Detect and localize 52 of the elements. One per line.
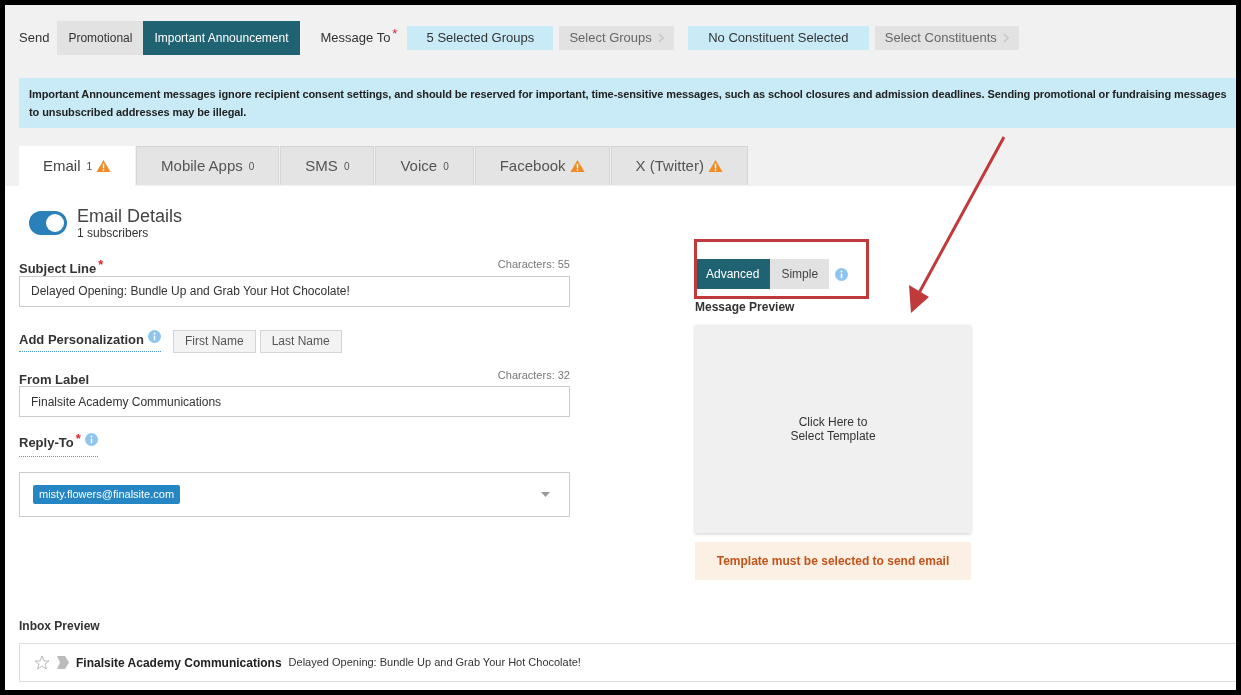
channel-tab[interactable]: Voice 0 [375, 146, 474, 185]
info-icon[interactable] [84, 433, 98, 446]
reply-to-select[interactable]: misty.flowers@finalsite.com [19, 471, 570, 517]
personalization-button[interactable]: First Name [172, 329, 256, 353]
channel-tab[interactable]: X (Twitter) [610, 146, 748, 185]
field-label: Message Preview [695, 299, 796, 316]
template-warning: Template must be selected to send email [695, 542, 971, 580]
tab-count: 0 [343, 159, 350, 174]
select-constituents-button[interactable]: Select Constituents [874, 26, 1019, 50]
email-tag: misty.flowers@finalsite.com [33, 484, 181, 504]
channel-tab[interactable]: Email 1 [19, 146, 136, 186]
channel-tab[interactable]: Facebook [474, 146, 610, 185]
template-placeholder[interactable]: Click Here to Select Template [695, 325, 971, 533]
selected-constituent-value: No Constituent Selected [687, 26, 869, 50]
star-icon[interactable] [34, 655, 50, 670]
character-count: Characters: 32 [497, 367, 570, 383]
select-groups-button[interactable]: Select Groups [559, 26, 674, 50]
inbox-subject: Delayed Opening: Bundle Up and Grab Your Hot Chocolate! [288, 655, 581, 671]
send-type-button[interactable]: Promotional [57, 21, 144, 55]
inbox-sender: Finalsite Academy Communications [76, 654, 282, 672]
notice-banner: Important Announcement messages ignore recipient consent settings, and should be reserved for important, time-sensitive messages, such as school closures and admission deadlines. Sending promotional or fundraising messages to unsubscribed addresses may be illegal. [19, 78, 1236, 128]
character-count: Characters: 55 [497, 257, 570, 272]
field-label: Inbox Preview [19, 618, 101, 635]
required-asterisk: * [98, 256, 104, 274]
personalization-button[interactable]: Last Name [259, 329, 342, 353]
chevron-icon [657, 33, 664, 43]
field-label: From Label [19, 370, 90, 389]
send-type-button[interactable]: Important Announcement [143, 21, 300, 55]
from-label-field[interactable]: Finalsite Academy Communications [19, 386, 570, 417]
tab-count: 0 [248, 159, 255, 174]
selected-groups-value: 5 Selected Groups [407, 26, 554, 50]
toggle-switch[interactable] [29, 211, 67, 235]
section-title: Email Details [77, 206, 183, 226]
dropdown-caret-icon [541, 491, 550, 497]
editor-mode-button[interactable]: Simple [770, 259, 830, 289]
tab-count: 0 [443, 159, 449, 174]
chevron-icon [1002, 33, 1009, 43]
subject-field[interactable]: Delayed Opening: Bundle Up and Grab Your Hot Chocolate! [19, 275, 570, 307]
required-asterisk: * [392, 25, 398, 44]
field-label: Reply-To* [19, 433, 81, 453]
editor-mode-button[interactable]: Advanced [695, 259, 771, 289]
info-icon[interactable] [147, 329, 161, 343]
channel-tab[interactable]: Mobile Apps 0 [136, 146, 280, 185]
label-tag-icon [57, 656, 69, 669]
send-label: Send [19, 29, 50, 48]
info-icon[interactable] [835, 267, 849, 281]
message-to-label: Message To* [320, 28, 398, 48]
subscriber-count: 1 subscribers [77, 226, 150, 240]
required-asterisk: * [75, 430, 81, 448]
channel-tab[interactable]: SMS 0 [280, 146, 375, 185]
field-label: Add Personalization [19, 330, 144, 349]
tab-count: 1 [86, 159, 93, 174]
